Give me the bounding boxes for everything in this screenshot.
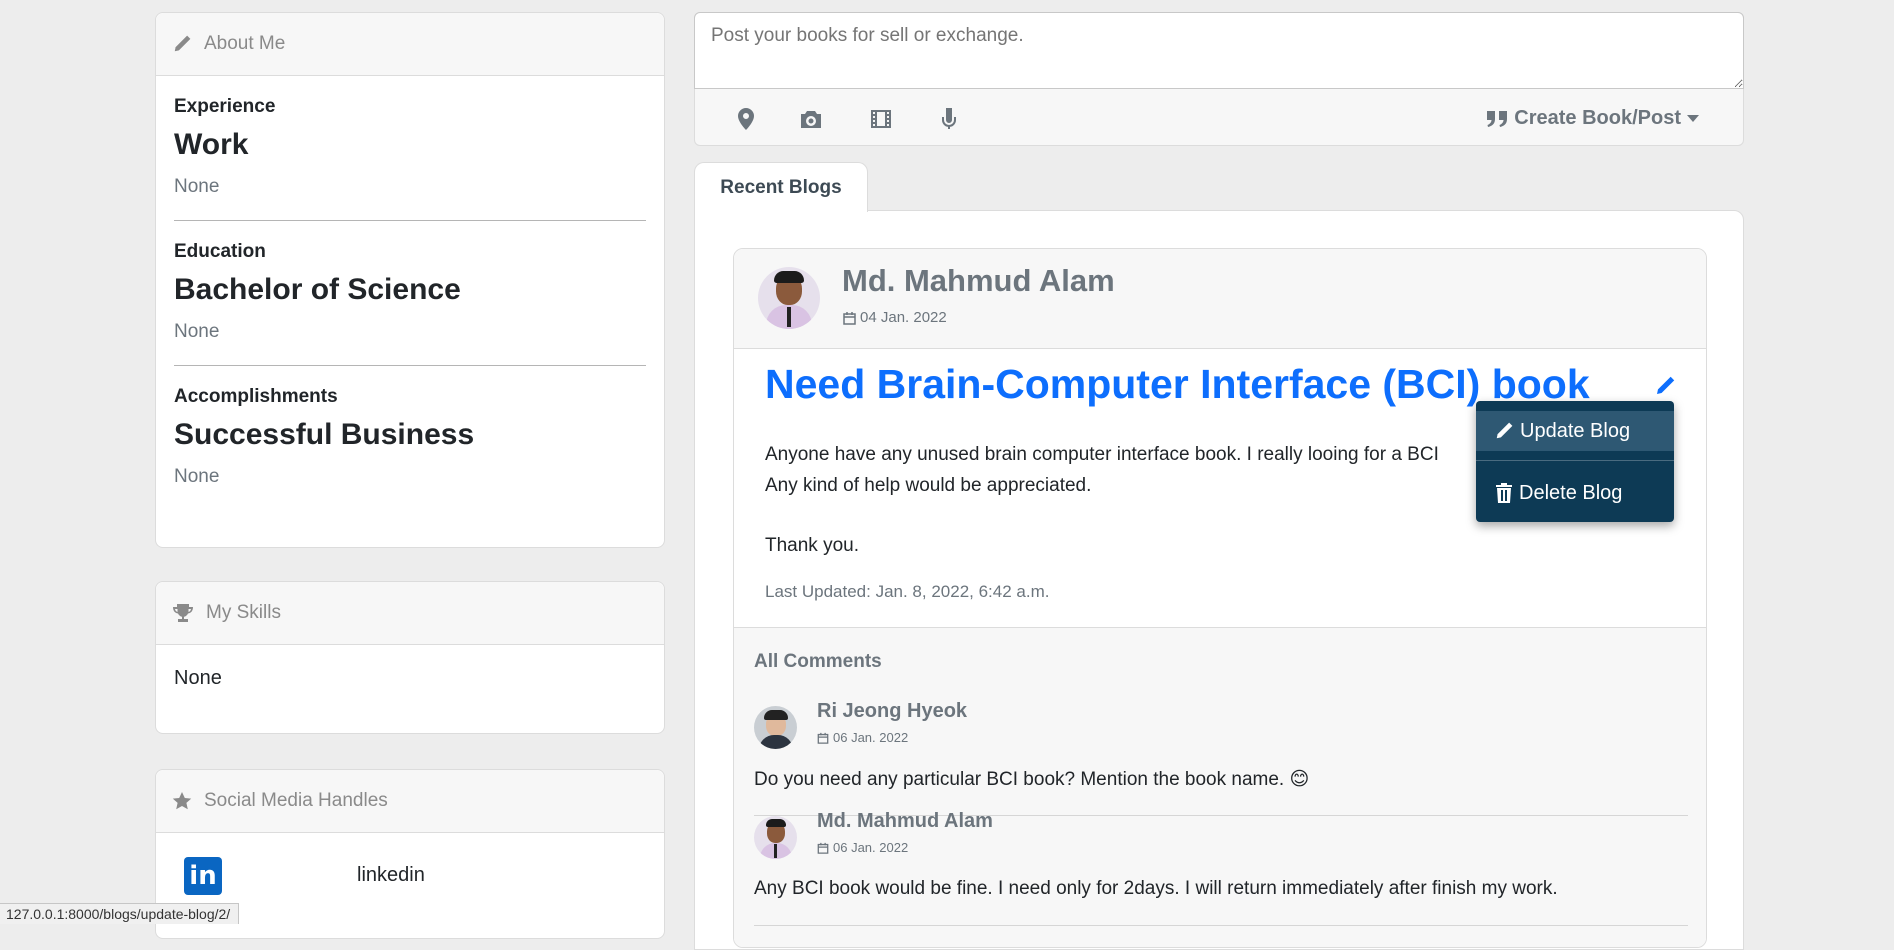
composer-toolbar: Create Book/Post bbox=[695, 91, 1743, 146]
comments-header: All Comments bbox=[754, 651, 882, 672]
about-section-education: Education Bachelor of Science None bbox=[174, 241, 646, 343]
create-book-post-dropdown[interactable]: Create Book/Post bbox=[1486, 107, 1699, 130]
comment-author[interactable]: Ri Jeong Hyeok bbox=[817, 700, 967, 723]
post-body: Anyone have any unused brain computer in… bbox=[765, 439, 1439, 561]
browser-status-bar: 127.0.0.1:8000/blogs/update-blog/2/ bbox=[0, 903, 240, 924]
post-composer: Create Book/Post bbox=[694, 12, 1744, 146]
tab-recent-blogs[interactable]: Recent Blogs bbox=[694, 162, 868, 212]
about-section-experience: Experience Work None bbox=[174, 96, 646, 198]
avatar[interactable] bbox=[754, 706, 797, 749]
section-value: None bbox=[174, 321, 220, 342]
update-blog-menu-item[interactable]: Update Blog bbox=[1476, 411, 1674, 451]
delete-blog-menu-item[interactable]: Delete Blog bbox=[1476, 473, 1674, 513]
section-label: Accomplishments bbox=[174, 386, 338, 407]
update-blog-label[interactable]: Update Blog bbox=[1520, 420, 1630, 443]
section-label: Education bbox=[174, 241, 266, 262]
section-title: Work bbox=[174, 128, 249, 161]
post-updated: Last Updated: Jan. 8, 2022, 6:42 a.m. bbox=[765, 582, 1050, 601]
comment-text: Do you need any particular BCI book? Men… bbox=[754, 769, 1310, 790]
comment-date: 06 Jan. 2022 bbox=[833, 730, 909, 745]
quote-icon bbox=[1487, 110, 1508, 127]
tab-label[interactable]: Recent Blogs bbox=[720, 177, 841, 199]
about-me-title: About Me bbox=[204, 33, 286, 54]
divider bbox=[174, 220, 646, 221]
calendar-icon bbox=[817, 732, 829, 744]
linkedin-icon[interactable]: in bbox=[184, 856, 222, 895]
comment-date-row: 06 Jan. 2022 bbox=[817, 730, 908, 745]
trash-icon bbox=[1496, 483, 1512, 503]
menu-divider bbox=[1476, 460, 1674, 461]
comment-item: Ri Jeong Hyeok 06 Jan. 2022 Do you need … bbox=[754, 700, 1688, 816]
film-icon[interactable] bbox=[866, 104, 896, 134]
camera-icon[interactable] bbox=[796, 104, 826, 134]
post-date-row: 04 Jan. 2022 bbox=[843, 309, 947, 326]
calendar-icon bbox=[843, 311, 856, 325]
pencil-icon bbox=[1496, 422, 1513, 439]
post-body-line: Any kind of help would be appreciated. bbox=[765, 475, 1092, 496]
trophy-icon bbox=[173, 604, 193, 622]
post-actions-menu: Update Blog Delete Blog bbox=[1476, 401, 1674, 522]
location-icon[interactable] bbox=[731, 104, 761, 134]
star-icon bbox=[172, 792, 192, 810]
create-book-post-label[interactable]: Create Book/Post bbox=[1514, 107, 1681, 130]
edit-pencil-icon[interactable] bbox=[1654, 375, 1676, 402]
calendar-icon bbox=[817, 842, 829, 854]
post-header: Md. Mahmud Alam 04 Jan. 2022 bbox=[734, 249, 1706, 349]
comment-item: Md. Mahmud Alam 06 Jan. 2022 Any BCI boo… bbox=[754, 810, 1688, 926]
skills-title: My Skills bbox=[206, 602, 281, 623]
delete-blog-label[interactable]: Delete Blog bbox=[1519, 482, 1622, 505]
section-label: Experience bbox=[174, 96, 276, 117]
skills-card: My Skills None bbox=[155, 581, 665, 734]
social-item-label[interactable]: linkedin bbox=[357, 864, 425, 887]
blog-post-card: Md. Mahmud Alam 04 Jan. 2022 Need Brain-… bbox=[733, 248, 1707, 948]
pencil-icon bbox=[174, 35, 191, 52]
about-section-accomplishments: Accomplishments Successful Business None bbox=[174, 386, 646, 488]
about-me-header: About Me bbox=[156, 13, 664, 76]
section-title: Successful Business bbox=[174, 418, 475, 451]
section-value: None bbox=[174, 466, 220, 487]
social-header: Social Media Handles bbox=[156, 770, 664, 833]
avatar[interactable] bbox=[754, 816, 797, 859]
about-me-card: About Me Experience Work None Education … bbox=[155, 12, 665, 548]
comment-text: Any BCI book would be fine. I need only … bbox=[754, 878, 1558, 899]
section-title: Bachelor of Science bbox=[174, 273, 461, 306]
post-title[interactable]: Need Brain-Computer Interface (BCI) book bbox=[765, 361, 1590, 408]
microphone-icon[interactable] bbox=[934, 104, 964, 134]
post-textarea[interactable] bbox=[694, 12, 1744, 89]
comment-date: 06 Jan. 2022 bbox=[833, 840, 909, 855]
caret-down-icon bbox=[1687, 115, 1699, 122]
skills-value: None bbox=[174, 667, 222, 689]
post-body-line: Thank you. bbox=[765, 535, 859, 556]
comment-date-row: 06 Jan. 2022 bbox=[817, 840, 908, 855]
section-value: None bbox=[174, 176, 220, 197]
avatar[interactable] bbox=[758, 267, 820, 329]
divider bbox=[174, 365, 646, 366]
post-date: 04 Jan. 2022 bbox=[860, 309, 947, 326]
post-author[interactable]: Md. Mahmud Alam bbox=[842, 263, 1115, 299]
social-title: Social Media Handles bbox=[204, 790, 388, 811]
post-body-line: Anyone have any unused brain computer in… bbox=[765, 444, 1439, 465]
skills-header: My Skills bbox=[156, 582, 664, 645]
comments-section: All Comments Ri Jeong Hyeok 06 Jan. 2022… bbox=[734, 627, 1706, 947]
comment-author[interactable]: Md. Mahmud Alam bbox=[817, 810, 993, 833]
